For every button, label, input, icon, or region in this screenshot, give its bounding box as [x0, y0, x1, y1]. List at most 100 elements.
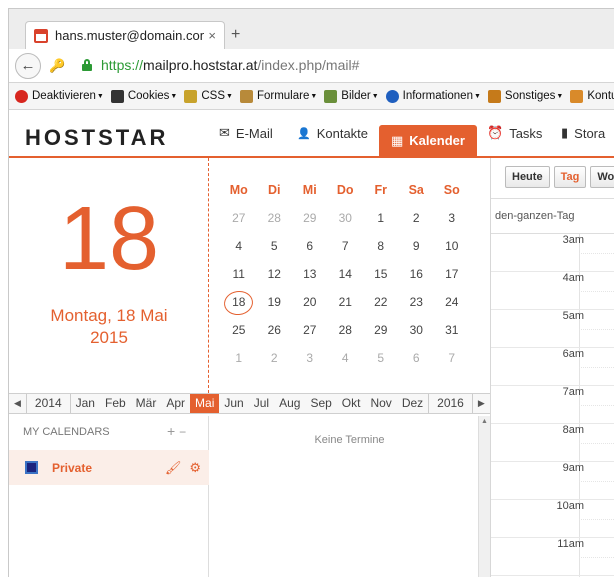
day-cell[interactable]: 20: [292, 288, 328, 316]
day-cell[interactable]: 27: [292, 316, 328, 344]
calendar-color-swatch[interactable]: [25, 461, 38, 474]
day-cell[interactable]: 14: [328, 260, 364, 288]
day-cell[interactable]: 4: [221, 232, 257, 260]
bookmark-0[interactable]: Deaktivieren ▼: [15, 89, 104, 103]
day-cell[interactable]: 5: [257, 232, 293, 260]
prev-year-arrow-icon[interactable]: ◀: [9, 398, 26, 409]
hour-row[interactable]: 8am: [491, 424, 614, 462]
nav-email[interactable]: ✉ E-Mail: [219, 110, 273, 156]
day-cell[interactable]: 19: [257, 288, 293, 316]
new-tab-button[interactable]: +: [231, 26, 240, 44]
hour-row[interactable]: 4am: [491, 272, 614, 310]
hour-row[interactable]: 5am: [491, 310, 614, 348]
day-cell[interactable]: 31: [434, 316, 470, 344]
day-cell[interactable]: 21: [328, 288, 364, 316]
day-cell[interactable]: 13: [292, 260, 328, 288]
day-cell[interactable]: 16: [399, 260, 435, 288]
month-nov[interactable]: Nov: [365, 394, 396, 413]
prev-year-button[interactable]: 2014: [25, 394, 71, 413]
day-cell[interactable]: 25: [221, 316, 257, 344]
month-jan[interactable]: Jan: [71, 394, 100, 413]
browser-tab[interactable]: hans.muster@domain.com ×: [25, 21, 225, 49]
day-cell[interactable]: 28: [257, 204, 293, 232]
day-cell[interactable]: 7: [328, 232, 364, 260]
next-year-arrow-icon[interactable]: ▶: [473, 398, 490, 409]
next-year-button[interactable]: 2016: [428, 394, 473, 413]
month-sep[interactable]: Sep: [305, 394, 336, 413]
hour-row[interactable]: 9am: [491, 462, 614, 500]
month-mai[interactable]: Mai: [190, 394, 220, 413]
month-jun[interactable]: Jun: [219, 394, 248, 413]
bookmark-4[interactable]: Bilder ▼: [324, 89, 379, 103]
day-cell[interactable]: 10: [434, 232, 470, 260]
bookmark-2[interactable]: CSS ▼: [184, 89, 233, 103]
gear-icon[interactable]: ⚙: [189, 460, 201, 476]
day-cell[interactable]: 11: [221, 260, 257, 288]
day-view-button[interactable]: Tag: [553, 166, 587, 188]
lock-icon[interactable]: [82, 59, 92, 71]
day-cell[interactable]: 3: [292, 344, 328, 372]
hour-row[interactable]: 7am: [491, 386, 614, 424]
day-cell[interactable]: 15: [363, 260, 399, 288]
calendar-item-private[interactable]: Private 🖌 ⚙: [9, 450, 209, 485]
day-cell[interactable]: 2: [257, 344, 293, 372]
day-cell[interactable]: 6: [292, 232, 328, 260]
hour-row[interactable]: 6am: [491, 348, 614, 386]
brush-icon[interactable]: 🖌: [165, 460, 182, 476]
today-button[interactable]: Heute: [505, 166, 550, 188]
hoststar-logo[interactable]: HOSTSTAR: [25, 125, 168, 151]
day-cell[interactable]: 17: [434, 260, 470, 288]
day-cell[interactable]: 6: [399, 344, 435, 372]
day-cell[interactable]: 22: [363, 288, 399, 316]
day-cell[interactable]: 27: [221, 204, 257, 232]
back-button[interactable]: ←: [15, 53, 41, 79]
week-view-button[interactable]: Wo: [590, 166, 614, 188]
month-aug[interactable]: Aug: [274, 394, 305, 413]
month-okt[interactable]: Okt: [337, 394, 366, 413]
day-cell[interactable]: 12: [257, 260, 293, 288]
url-field[interactable]: https://mailpro.hoststar.at/index.php/ma…: [101, 57, 359, 73]
day-cell[interactable]: 18: [221, 288, 257, 316]
day-cell[interactable]: 2: [399, 204, 435, 232]
all-day-row[interactable]: den-ganzen-Tag: [491, 198, 614, 234]
key-icon[interactable]: 🔑: [49, 58, 65, 74]
day-cell[interactable]: 7: [434, 344, 470, 372]
bookmark-5[interactable]: Informationen ▼: [385, 89, 481, 103]
hour-row[interactable]: 11am: [491, 538, 614, 576]
bookmark-1[interactable]: Cookies ▼: [110, 89, 177, 103]
day-cell[interactable]: 4: [328, 344, 364, 372]
nav-calendar[interactable]: ▦ Kalender: [379, 125, 477, 156]
day-cell[interactable]: 5: [363, 344, 399, 372]
month-feb[interactable]: Feb: [100, 394, 131, 413]
remove-calendar-button[interactable]: −: [179, 425, 186, 439]
scroll-up-icon[interactable]: ▲: [479, 418, 490, 425]
close-tab-icon[interactable]: ×: [208, 28, 216, 43]
day-cell[interactable]: 26: [257, 316, 293, 344]
nav-tasks[interactable]: ⏰ Tasks: [487, 110, 542, 156]
events-scrollbar[interactable]: ▲: [478, 416, 490, 577]
day-cell[interactable]: 1: [221, 344, 257, 372]
bookmark-3[interactable]: Formulare ▼: [239, 89, 317, 103]
day-cell[interactable]: 29: [292, 204, 328, 232]
day-cell[interactable]: 28: [328, 316, 364, 344]
bookmark-6[interactable]: Sonstiges ▼: [487, 89, 563, 103]
day-cell[interactable]: 23: [399, 288, 435, 316]
month-apr[interactable]: Apr: [161, 394, 190, 413]
month-mär[interactable]: Mär: [131, 394, 162, 413]
day-cell[interactable]: 1: [363, 204, 399, 232]
add-calendar-button[interactable]: +: [167, 423, 175, 439]
day-cell[interactable]: 29: [363, 316, 399, 344]
day-cell[interactable]: 3: [434, 204, 470, 232]
day-cell[interactable]: 9: [399, 232, 435, 260]
month-dez[interactable]: Dez: [397, 394, 428, 413]
day-cell[interactable]: 30: [399, 316, 435, 344]
month-jul[interactable]: Jul: [249, 394, 274, 413]
day-cell[interactable]: 8: [363, 232, 399, 260]
nav-contacts[interactable]: 👤 Kontakte: [297, 110, 368, 156]
nav-storage[interactable]: ▮ Stora: [561, 110, 605, 156]
day-cell[interactable]: 24: [434, 288, 470, 316]
hour-row[interactable]: 10am: [491, 500, 614, 538]
bookmark-7[interactable]: Kontur▼: [570, 89, 614, 103]
hour-row[interactable]: 3am: [491, 234, 614, 272]
day-cell[interactable]: 30: [328, 204, 364, 232]
